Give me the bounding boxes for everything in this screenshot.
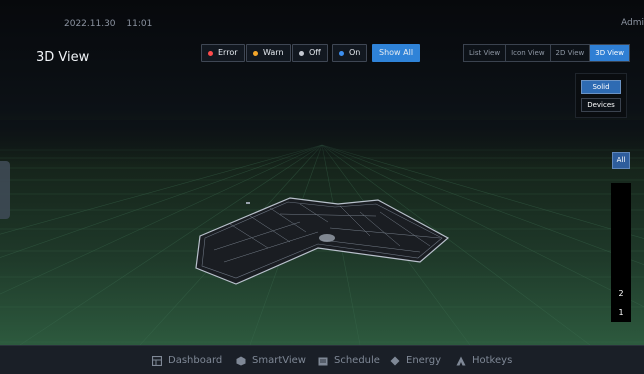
page-title: 3D View <box>36 50 90 65</box>
energy-icon <box>390 356 400 365</box>
filter-label: Warn <box>263 48 284 57</box>
warn-dot-icon <box>253 50 258 56</box>
display-mode-panel: Solid Devices <box>575 73 627 118</box>
filter-label: Off <box>309 48 321 57</box>
floor-selector: 2 1 <box>611 183 631 322</box>
tab-icon-view[interactable]: Icon View <box>506 45 551 61</box>
floor-2-button[interactable]: 2 <box>611 289 631 298</box>
tab-3d-view[interactable]: 3D View <box>590 45 629 61</box>
nav-label: Hotkeys <box>472 355 513 366</box>
user-name[interactable]: Admi <box>621 18 644 28</box>
date-text: 2022.11.30 <box>64 19 116 29</box>
solid-mode-button[interactable]: Solid <box>581 80 621 94</box>
hotkeys-icon <box>456 356 466 365</box>
nav-label: Dashboard <box>168 355 223 366</box>
filter-on-button[interactable]: On <box>332 44 368 62</box>
nav-smartview[interactable]: SmartView <box>236 355 306 366</box>
datetime: 2022.11.30 11:01 <box>64 19 160 29</box>
dashboard-icon <box>152 355 162 366</box>
tab-list-view[interactable]: List View <box>464 45 507 61</box>
filter-label: Error <box>218 48 238 57</box>
all-floors-button[interactable]: All <box>612 152 630 169</box>
filter-warn-button[interactable]: Warn <box>246 44 291 62</box>
nav-label: Schedule <box>334 355 380 366</box>
view-tabs: List View Icon View 2D View 3D View <box>463 44 630 62</box>
nav-label: SmartView <box>252 355 306 366</box>
on-dot-icon <box>339 50 344 56</box>
devices-mode-button[interactable]: Devices <box>581 98 621 112</box>
show-all-button[interactable]: Show All <box>372 44 421 62</box>
top-bar: 2022.11.30 11:01 Admi <box>0 0 644 40</box>
off-dot-icon <box>299 50 304 56</box>
time-text: 11:01 <box>126 19 153 29</box>
side-panel-handle[interactable] <box>0 161 10 219</box>
filter-label: On <box>349 48 361 57</box>
filter-error-button[interactable]: Error <box>201 44 245 62</box>
error-dot-icon <box>208 50 213 56</box>
nav-schedule[interactable]: Schedule <box>318 355 380 366</box>
nav-hotkeys[interactable]: Hotkeys <box>456 355 512 366</box>
nav-label: Energy <box>406 355 442 366</box>
tab-2d-view[interactable]: 2D View <box>550 45 591 61</box>
filter-off-button[interactable]: Off <box>292 44 328 62</box>
bottom-nav: Dashboard SmartView Schedule Energy Hotk… <box>0 345 644 374</box>
nav-dashboard[interactable]: Dashboard <box>152 355 222 366</box>
nav-energy[interactable]: Energy <box>390 355 441 366</box>
schedule-icon <box>318 357 328 365</box>
floor-1-button[interactable]: 1 <box>611 308 631 317</box>
filter-label: Show All <box>379 48 414 57</box>
smartview-icon <box>236 356 246 365</box>
